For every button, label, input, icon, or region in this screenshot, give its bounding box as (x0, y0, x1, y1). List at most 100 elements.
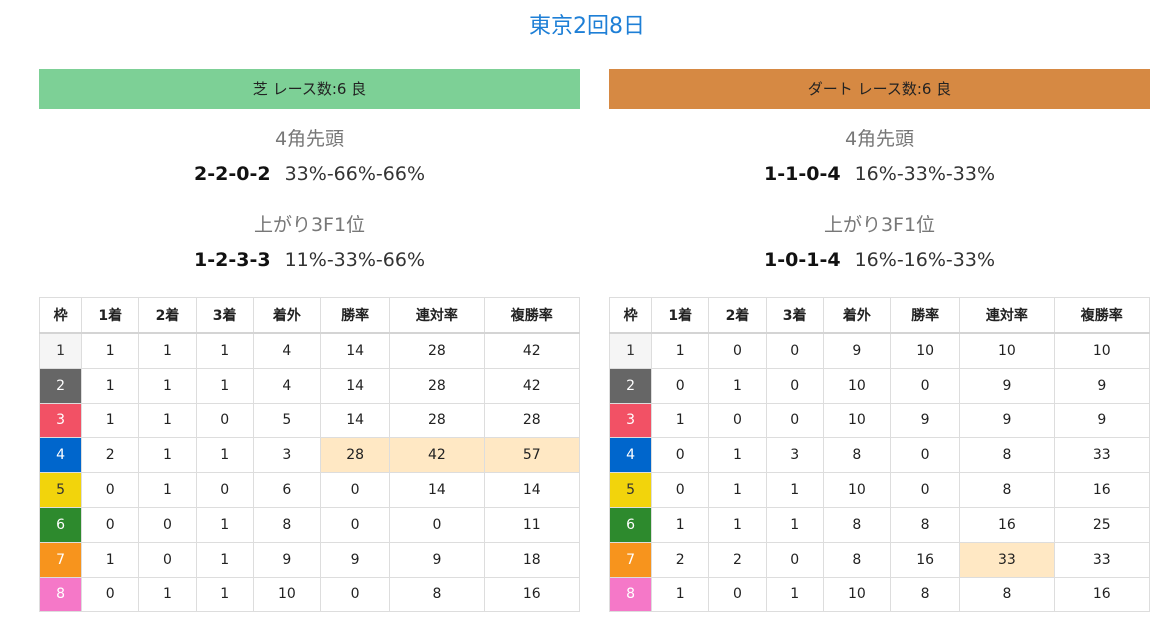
table-cell: 8 (822, 541, 891, 578)
table-cell: 0 (138, 506, 197, 543)
table-cell: 8 (959, 576, 1055, 613)
corner4-stats: 1-1-0-4 16%-33%-33% (609, 161, 1150, 187)
table-cell: 10 (822, 576, 891, 613)
table-row: 3 1 0 0 10 9 9 9 (608, 402, 1151, 439)
table-cell: 0 (708, 332, 767, 369)
table-cell: 1 (138, 402, 197, 439)
turf-header: 芝 レース数:6 良 (39, 69, 580, 109)
table-cell: 8 (959, 437, 1055, 474)
table-cell: 0 (889, 367, 961, 404)
table-cell: 1 (138, 472, 197, 508)
table-cell: 8 (389, 576, 485, 613)
last3f-label: 上がり3F1位 (823, 214, 936, 236)
corner4-record: 2-2-0-2 (193, 163, 271, 185)
table-cell: 1 (708, 367, 767, 404)
corner4-rates: 33%-66%-66% (284, 163, 425, 185)
table-cell: 3 (252, 437, 321, 474)
table-cell: 0 (708, 402, 767, 439)
table-cell: 5 (252, 402, 321, 439)
waku-cell: 4 (608, 437, 653, 474)
table-cell: 14 (319, 332, 391, 369)
table-cell: 33 (1053, 541, 1151, 578)
table-cell: 1 (765, 576, 824, 613)
table-cell: 16 (959, 506, 1055, 543)
corner4-label: 4角先頭 (844, 128, 915, 150)
table-cell: 9 (1053, 402, 1151, 439)
corner4-rates: 16%-33%-33% (854, 163, 995, 185)
table-cell: 6 (252, 472, 321, 508)
table-cell: 1 (651, 332, 710, 369)
table-cell: 1 (651, 506, 710, 543)
table-cell: 42 (389, 437, 485, 474)
column-header: 2着 (138, 297, 197, 334)
table-cell: 14 (319, 402, 391, 439)
table-cell: 16 (483, 576, 581, 613)
table-cell: 18 (483, 541, 581, 578)
table-cell: 9 (252, 541, 321, 578)
dirt-result-table: 枠 1着 2着 3着 着外 勝率 連対率 複勝率 1 1 0 0 9 10 10 10 2 0 1 0 10 0 9 9 3 1… (608, 297, 1151, 613)
table-cell: 0 (138, 541, 197, 578)
column-header: 1着 (651, 297, 710, 334)
table-cell: 1 (651, 402, 710, 439)
column-header: 勝率 (889, 297, 961, 334)
last3f-rates: 11%-33%-66% (284, 249, 425, 271)
table-cell: 0 (765, 332, 824, 369)
column-header: 着外 (252, 297, 321, 334)
table-cell: 1 (708, 506, 767, 543)
table-header-row: 枠 1着 2着 3着 着外 勝率 連対率 複勝率 (608, 297, 1151, 334)
table-cell: 8 (252, 506, 321, 543)
table-row: 4 0 1 3 8 0 8 33 (608, 437, 1151, 474)
table-cell: 57 (483, 437, 581, 474)
column-header: 2着 (708, 297, 767, 334)
table-cell: 16 (1053, 576, 1151, 613)
table-row: 6 0 0 1 8 0 0 11 (38, 506, 581, 543)
table-cell: 0 (81, 472, 140, 508)
table-cell: 0 (765, 367, 824, 404)
table-cell: 42 (483, 367, 581, 404)
table-cell: 1 (708, 472, 767, 508)
table-cell: 8 (822, 437, 891, 474)
table-cell: 0 (765, 541, 824, 578)
table-cell: 0 (889, 472, 961, 508)
table-cell: 9 (319, 541, 391, 578)
last3f-record: 1-0-1-4 (763, 249, 841, 271)
table-cell: 42 (483, 332, 581, 369)
table-cell: 0 (319, 576, 391, 613)
table-cell: 16 (1053, 472, 1151, 508)
waku-cell: 5 (608, 472, 653, 508)
table-cell: 1 (81, 541, 140, 578)
table-cell: 28 (389, 402, 485, 439)
waku-cell: 6 (38, 506, 83, 543)
table-cell: 9 (889, 402, 961, 439)
table-cell: 0 (708, 576, 767, 613)
corner4-stats: 2-2-0-2 33%-66%-66% (39, 161, 580, 187)
column-header: 3着 (765, 297, 824, 334)
waku-cell: 2 (608, 367, 653, 404)
column-header: 枠 (608, 297, 653, 334)
turf-panel: 芝 レース数:6 良 4角先頭 2-2-0-2 33%-66%-66% 上がり3F… (38, 69, 581, 613)
waku-cell: 4 (38, 437, 83, 474)
table-cell: 1 (138, 437, 197, 474)
table-cell: 0 (889, 437, 961, 474)
table-cell: 1 (81, 402, 140, 439)
table-cell: 1 (195, 506, 254, 543)
column-header: 枠 (38, 297, 83, 334)
table-row: 7 1 0 1 9 9 9 18 (38, 541, 581, 578)
waku-cell: 3 (38, 402, 83, 439)
table-cell: 1 (195, 576, 254, 613)
table-cell: 16 (889, 541, 961, 578)
table-cell: 1 (138, 367, 197, 404)
table-cell: 1 (195, 332, 254, 369)
table-row: 7 2 2 0 8 16 33 33 (608, 541, 1151, 578)
table-cell: 1 (651, 576, 710, 613)
table-cell: 9 (389, 541, 485, 578)
table-cell: 0 (651, 472, 710, 508)
last3f-stats: 1-0-1-4 16%-16%-33% (609, 247, 1150, 273)
waku-cell: 8 (38, 576, 83, 613)
table-cell: 0 (195, 472, 254, 508)
table-cell: 3 (765, 437, 824, 474)
table-cell: 2 (651, 541, 710, 578)
column-header: 複勝率 (483, 297, 581, 334)
table-cell: 0 (319, 506, 391, 543)
table-cell: 0 (319, 472, 391, 508)
